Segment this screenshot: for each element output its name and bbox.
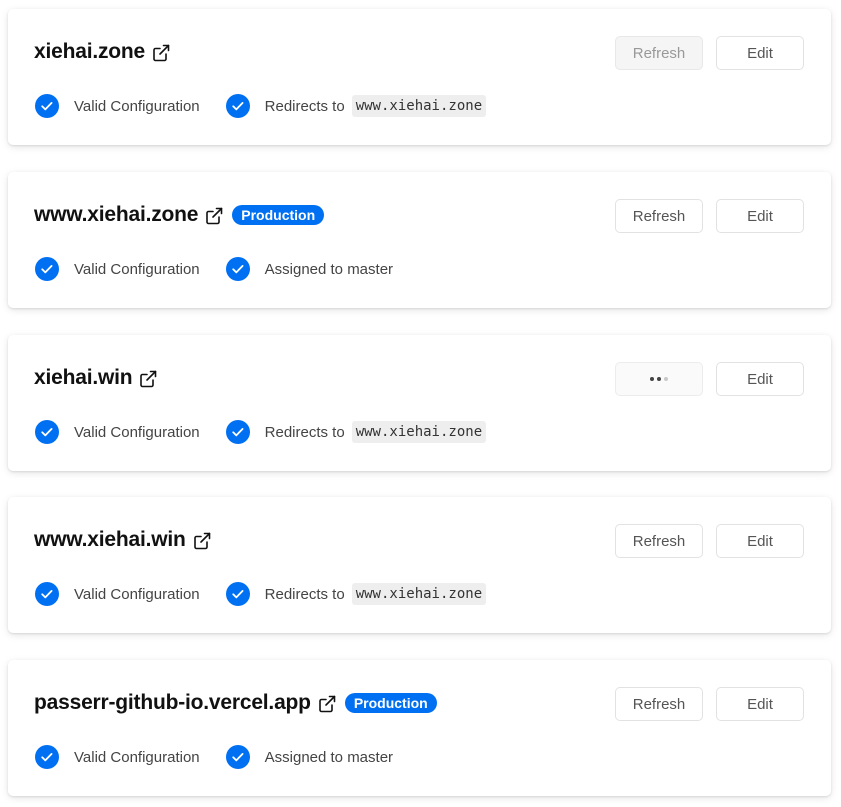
check-circle-icon [35, 745, 59, 769]
external-link-icon[interactable] [204, 206, 224, 226]
check-circle-icon [35, 420, 59, 444]
domain-card: xiehai.win Edit Valid Configuration Redirec… [8, 335, 831, 471]
config-status: Valid Configuration [35, 257, 200, 281]
routing-status: Assigned to master [225, 745, 394, 769]
domain-list: xiehai.zone Refresh Edit Valid Configuratio… [0, 0, 841, 807]
domain-card: www.xiehai.zone Production Refresh Edit Vali… [8, 172, 831, 308]
config-status-text: Valid Configuration [74, 260, 200, 278]
edit-button[interactable]: Edit [716, 524, 804, 558]
edit-button[interactable]: Edit [716, 362, 804, 396]
domain-card: www.xiehai.win Refresh Edit Valid Configura… [8, 497, 831, 633]
domain-header: xiehai.win [34, 363, 158, 393]
refresh-button[interactable]: Refresh [615, 199, 703, 233]
edit-button[interactable]: Edit [716, 199, 804, 233]
refresh-button[interactable]: Refresh [615, 687, 703, 721]
check-circle-icon [225, 745, 250, 769]
edit-button-label: Edit [747, 44, 773, 62]
check-circle-icon [35, 94, 59, 118]
refresh-button[interactable]: Refresh [615, 36, 703, 70]
routing-status: Redirects to www.xiehai.zone [225, 94, 487, 118]
refresh-button-label: Refresh [632, 44, 686, 62]
production-badge: Production [232, 205, 325, 225]
check-circle-icon [225, 94, 250, 118]
status-row: Valid Configuration Assigned to master [35, 256, 393, 282]
config-status-text: Valid Configuration [74, 748, 200, 766]
config-status: Valid Configuration [35, 582, 200, 606]
config-status-text: Valid Configuration [74, 423, 200, 441]
check-circle-icon [35, 257, 59, 281]
config-status-text: Valid Configuration [74, 585, 200, 603]
domain-name-link[interactable]: xiehai.win [34, 366, 133, 390]
refresh-button-label: Refresh [632, 695, 686, 713]
external-link-icon[interactable] [138, 369, 158, 389]
check-circle-icon [35, 582, 59, 606]
redirect-target-code: www.xiehai.zone [351, 421, 487, 443]
edit-button[interactable]: Edit [716, 36, 804, 70]
routing-status-text: Redirects to [264, 585, 345, 603]
loading-spinner-icon [650, 377, 668, 381]
domain-header: www.xiehai.zone Production [34, 200, 325, 230]
domain-name-link[interactable]: passerr-github-io.vercel.app [34, 691, 311, 715]
routing-status: Redirects to www.xiehai.zone [225, 420, 487, 444]
edit-button-label: Edit [747, 695, 773, 713]
status-row: Valid Configuration Redirects to www.xieha… [35, 93, 487, 119]
check-circle-icon [225, 420, 250, 444]
routing-status-text: Redirects to [264, 97, 345, 115]
refresh-button-label: Refresh [632, 207, 686, 225]
status-row: Valid Configuration Assigned to master [35, 744, 393, 770]
check-circle-icon [225, 257, 250, 281]
routing-status-text: Assigned to master [264, 748, 394, 766]
domain-name-link[interactable]: www.xiehai.win [34, 528, 186, 552]
edit-button-label: Edit [747, 370, 773, 388]
external-link-icon[interactable] [151, 43, 171, 63]
domain-name-link[interactable]: www.xiehai.zone [34, 203, 198, 227]
production-badge: Production [344, 693, 437, 713]
domain-header: xiehai.zone [34, 37, 171, 67]
config-status-text: Valid Configuration [74, 97, 200, 115]
config-status: Valid Configuration [35, 420, 200, 444]
external-link-icon[interactable] [192, 531, 212, 551]
edit-button[interactable]: Edit [716, 687, 804, 721]
domain-header: passerr-github-io.vercel.app Production [34, 688, 437, 718]
domain-name-link[interactable]: xiehai.zone [34, 40, 145, 64]
refresh-button[interactable]: Refresh [615, 524, 703, 558]
domain-header: www.xiehai.win [34, 525, 212, 555]
config-status: Valid Configuration [35, 745, 200, 769]
refresh-button-label: Refresh [632, 532, 686, 550]
routing-status: Assigned to master [225, 257, 394, 281]
check-circle-icon [225, 582, 250, 606]
routing-status: Redirects to www.xiehai.zone [225, 582, 487, 606]
redirect-target-code: www.xiehai.zone [351, 95, 487, 117]
domain-card: xiehai.zone Refresh Edit Valid Configuratio… [8, 9, 831, 145]
refresh-button[interactable] [615, 362, 703, 396]
domain-card: passerr-github-io.vercel.app Production Re… [8, 660, 831, 796]
status-row: Valid Configuration Redirects to www.xieha… [35, 581, 487, 607]
external-link-icon[interactable] [317, 694, 337, 714]
redirect-target-code: www.xiehai.zone [351, 583, 487, 605]
edit-button-label: Edit [747, 207, 773, 225]
config-status: Valid Configuration [35, 94, 200, 118]
routing-status-text: Assigned to master [264, 260, 394, 278]
routing-status-text: Redirects to [264, 423, 345, 441]
edit-button-label: Edit [747, 532, 773, 550]
status-row: Valid Configuration Redirects to www.xieha… [35, 419, 487, 445]
